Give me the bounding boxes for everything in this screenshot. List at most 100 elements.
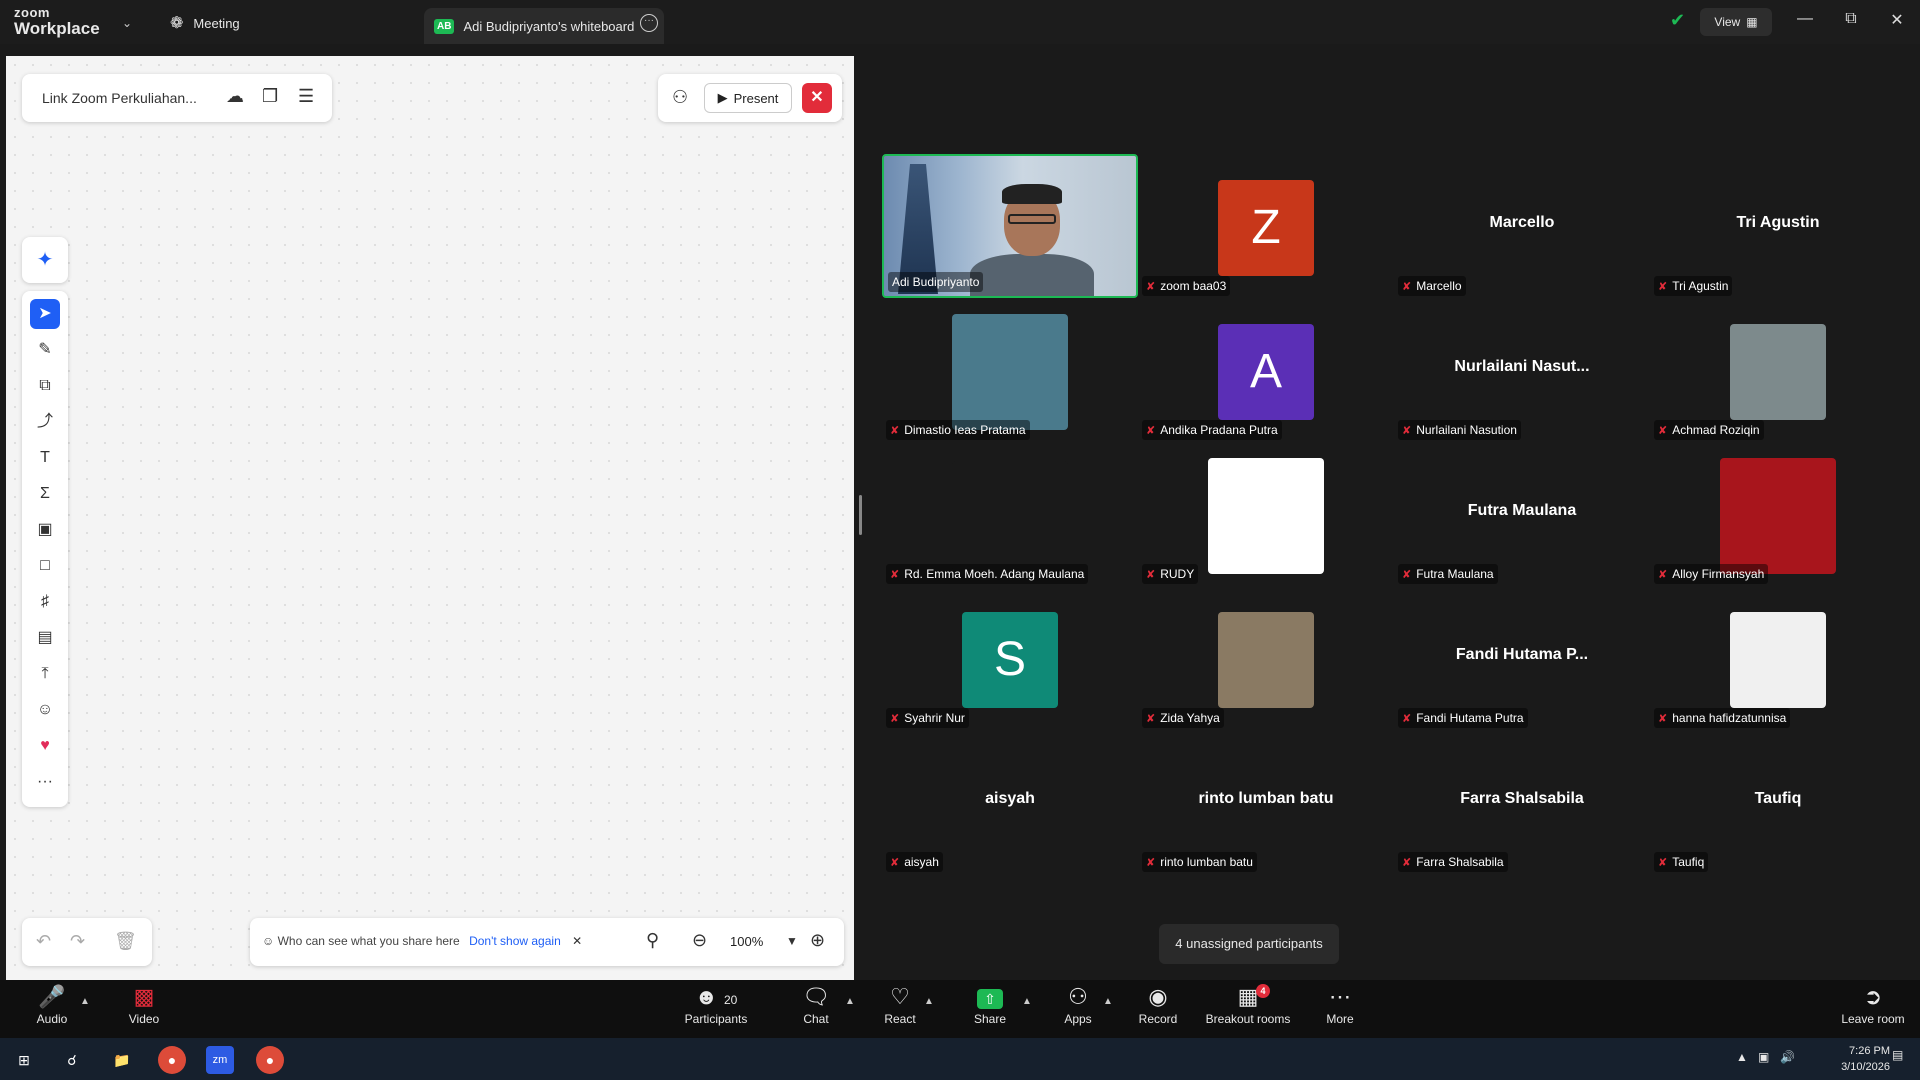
frame-icon[interactable]: ♯	[30, 587, 60, 617]
cloud-icon[interactable]: ☁	[226, 86, 244, 107]
participant-name: Futra Maulana	[1416, 567, 1494, 581]
dont-show-again-link[interactable]: Don't show again	[469, 934, 561, 948]
zoom-app-icon[interactable]: zm	[206, 1046, 234, 1074]
participants-button[interactable]: ☻ 20 Participants	[666, 982, 766, 1036]
participant-tile[interactable]: S ✘ Syahrir Nur	[882, 588, 1138, 732]
participant-tile[interactable]: Marcello ✘ Marcello	[1394, 156, 1650, 300]
more-button[interactable]: ⋯ More	[1300, 982, 1380, 1036]
title-bar: zoom Workplace ⌄ ❁ Meeting AB Adi Budipr…	[0, 0, 1920, 44]
more-options-icon[interactable]: ···	[640, 14, 658, 32]
apps-options-chevron-icon[interactable]: ▲	[1103, 996, 1113, 1007]
file-explorer-icon[interactable]: 📁	[108, 1046, 136, 1074]
document-title[interactable]: Link Zoom Perkuliahan...	[42, 90, 197, 106]
system-clock[interactable]: 7:26 PM 3/10/2026	[1840, 1043, 1890, 1075]
participant-name-label: ✘ Nurlailani Nasution	[1398, 420, 1521, 440]
audio-options-chevron-icon[interactable]: ▲	[80, 996, 90, 1007]
participant-tile[interactable]: Futra Maulana ✘ Futra Maulana	[1394, 444, 1650, 588]
ai-sparkle-icon[interactable]: ✦	[22, 237, 68, 283]
record-button[interactable]: ◉ Record	[1118, 982, 1198, 1036]
copy-icon[interactable]: ❐	[262, 86, 278, 107]
comment-icon[interactable]: □	[30, 551, 60, 581]
unassigned-participants-tooltip: 4 unassigned participants	[1159, 924, 1339, 964]
more-tools-icon[interactable]: ···	[30, 767, 60, 797]
search-icon[interactable]: ☌	[58, 1046, 86, 1074]
zoom-out-icon[interactable]: ⊖	[692, 930, 707, 951]
participant-name-label: ✘ Dimastio Ieas Pratama	[886, 420, 1030, 440]
breakout-rooms-button[interactable]: ▦ Breakout rooms 4	[1198, 982, 1298, 1036]
participant-tile[interactable]: Taufiq ✘ Taufiq	[1650, 732, 1906, 876]
close-icon[interactable]: ✕	[1882, 10, 1912, 30]
record-label: Record	[1138, 1012, 1178, 1026]
close-note-icon[interactable]: ✕	[572, 934, 582, 948]
participant-tile[interactable]: ✘ Zida Yahya	[1138, 588, 1394, 732]
connector-icon[interactable]: ⤴	[30, 407, 60, 437]
volume-icon[interactable]: 🔊	[1780, 1050, 1795, 1064]
participant-tile[interactable]: ✘ Achmad Roziqin	[1650, 300, 1906, 444]
zoom-in-icon[interactable]: ⊕	[810, 930, 825, 951]
undo-icon[interactable]: ↶	[36, 931, 51, 952]
react-button[interactable]: ♡ React	[860, 982, 940, 1036]
notification-icon[interactable]: ▤	[1892, 1048, 1903, 1062]
collaborate-icon[interactable]: ⚇	[672, 87, 688, 108]
view-button[interactable]: View ▦	[1700, 8, 1772, 36]
template-icon[interactable]: ▤	[30, 623, 60, 653]
upload-icon[interactable]: ⤒	[30, 659, 60, 689]
trash-icon[interactable]: 🗑	[114, 931, 137, 952]
leave-room-button[interactable]: ➲ Leave room	[1830, 982, 1916, 1036]
participant-tile[interactable]: ✘ RUDY	[1138, 444, 1394, 588]
chevron-down-icon[interactable]: ▼	[786, 934, 798, 948]
windows-start-icon[interactable]: ⊞	[10, 1046, 38, 1074]
video-feed-person	[1002, 184, 1062, 204]
participant-tile[interactable]: aisyah ✘ aisyah	[882, 732, 1138, 876]
chrome-profile-icon[interactable]: ●	[256, 1046, 284, 1074]
chevron-down-icon[interactable]: ⌄	[122, 16, 132, 30]
shapes-icon[interactable]: ⧉	[30, 371, 60, 401]
participant-tile[interactable]: Fandi Hutama P... ✘ Fandi Hutama Putra	[1394, 588, 1650, 732]
share-options-chevron-icon[interactable]: ▲	[1022, 996, 1032, 1007]
network-icon[interactable]: ▣	[1758, 1050, 1769, 1064]
participant-tile[interactable]: ✘ hanna hafidzatunnisa	[1650, 588, 1906, 732]
text-icon[interactable]: T	[30, 443, 60, 473]
video-button[interactable]: ▩ Video	[104, 982, 184, 1036]
participant-tile[interactable]: ✘ Dimastio Ieas Pratama	[882, 300, 1138, 444]
chat-button[interactable]: 🗨 Chat	[776, 982, 856, 1036]
pen-icon[interactable]: ✎	[30, 335, 60, 365]
maximize-icon[interactable]: ⧉	[1836, 10, 1866, 28]
minimize-icon[interactable]: —	[1790, 10, 1820, 28]
tab-meeting[interactable]: ❁ Meeting	[170, 6, 240, 40]
participant-tile[interactable]: Nurlailani Nasut... ✘ Nurlailani Nasution	[1394, 300, 1650, 444]
participant-tile[interactable]: Z ✘ zoom baa03	[1138, 156, 1394, 300]
tab-whiteboard[interactable]: AB Adi Budipriyanto's whiteboard	[424, 8, 664, 44]
participant-tile[interactable]: ✘ Alloy Firmansyah	[1650, 444, 1906, 588]
react-options-chevron-icon[interactable]: ▲	[924, 996, 934, 1007]
audio-button[interactable]: 🎤 Audio	[12, 982, 92, 1036]
mic-muted-icon: ✘	[1402, 424, 1412, 437]
location-icon[interactable]: ⚲	[646, 930, 659, 951]
participant-tile[interactable]: ✘ Rd. Emma Moeh. Adang Maulana	[882, 444, 1138, 588]
shield-check-icon[interactable]: ✔	[1670, 10, 1690, 32]
tray-chevron-icon[interactable]: ▲	[1736, 1050, 1748, 1064]
redo-icon[interactable]: ↷	[70, 931, 85, 952]
present-button[interactable]: ▶ Present	[704, 83, 792, 113]
participant-tile[interactable]: Tri Agustin ✘ Tri Agustin	[1650, 156, 1906, 300]
chat-options-chevron-icon[interactable]: ▲	[845, 996, 855, 1007]
menu-icon[interactable]: ☰	[298, 86, 314, 107]
mic-muted-icon: ✘	[1402, 280, 1412, 293]
sticky-note-icon[interactable]: ▣	[30, 515, 60, 545]
share-button[interactable]: ⇧ Share	[950, 982, 1030, 1036]
participant-tile[interactable]: A ✘ Andika Pradana Putra	[1138, 300, 1394, 444]
select-icon[interactable]: ➤	[30, 299, 60, 329]
chrome-icon[interactable]: ●	[158, 1046, 186, 1074]
close-whiteboard-button[interactable]: ✕	[802, 83, 832, 113]
zoom-workplace-logo[interactable]: zoom Workplace	[14, 6, 100, 37]
apps-button[interactable]: ⚇ Apps	[1038, 982, 1118, 1036]
formula-icon[interactable]: Σ	[30, 479, 60, 509]
emoji-icon[interactable]: ☺	[30, 695, 60, 725]
participant-tile[interactable]: Adi Budipriyanto	[882, 154, 1138, 298]
participant-display-name: Fandi Hutama P...	[1455, 646, 1589, 663]
pocket-icon[interactable]: ♥	[30, 731, 60, 761]
whiteboard-canvas[interactable]: Link Zoom Perkuliahan... ☁ ❐ ☰ ⚇ ▶ Prese…	[6, 56, 854, 980]
participant-tile[interactable]: rinto lumban batu ✘ rinto lumban batu	[1138, 732, 1394, 876]
participant-tile[interactable]: Farra Shalsabila ✘ Farra Shalsabila	[1394, 732, 1650, 876]
tab-meeting-label: Meeting	[193, 15, 240, 31]
